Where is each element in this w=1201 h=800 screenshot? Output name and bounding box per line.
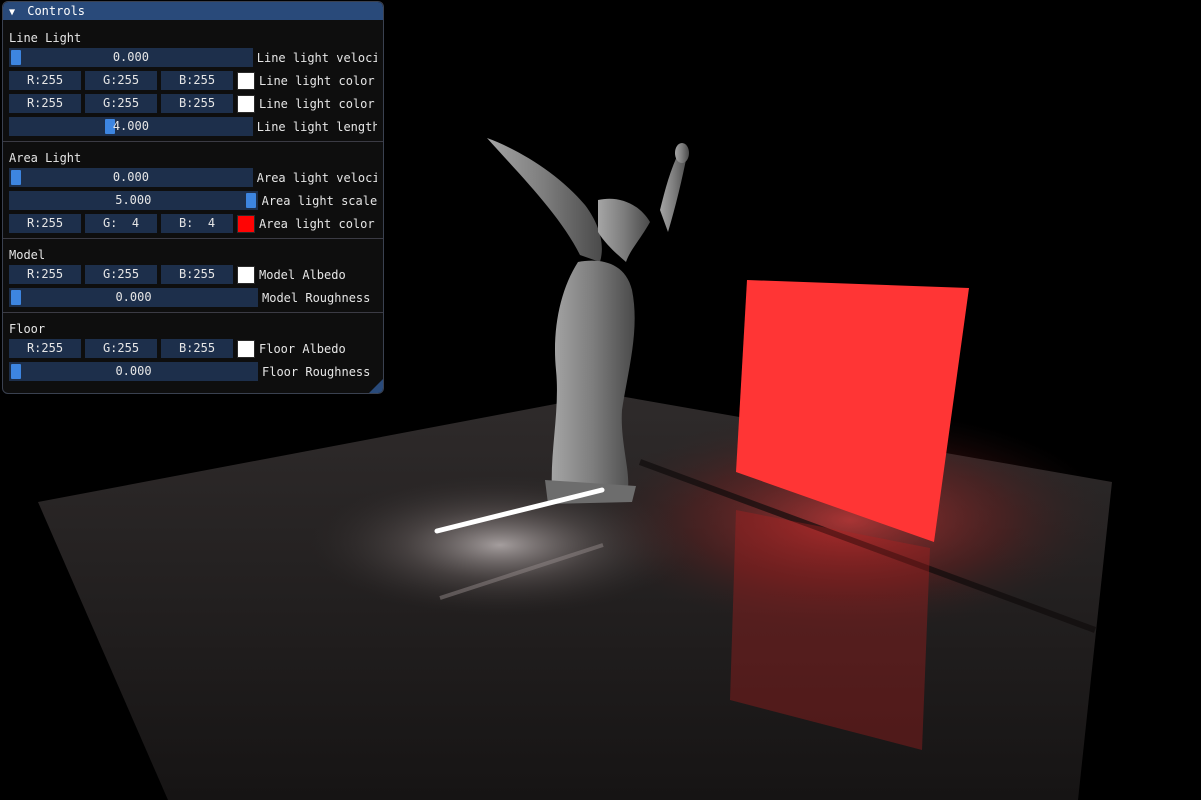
section-separator [3, 238, 383, 239]
control-label: Model Roughness [262, 290, 371, 305]
float-slider[interactable]: 0.000 [9, 362, 258, 381]
control-label: Area light color [259, 216, 375, 231]
resize-grip-icon[interactable] [369, 379, 383, 393]
color-channel-b[interactable]: B:255 [161, 71, 233, 90]
control-label: Area light scale [261, 193, 377, 208]
controls-body: Line Light 0.000 Line light veloci R:255 G:2… [3, 20, 383, 381]
color-channel-g[interactable]: G:255 [85, 339, 157, 358]
section-title: Line Light [9, 31, 82, 45]
color-channel-g[interactable]: G:255 [85, 265, 157, 284]
color-row: R:255 G:255 B:255 Line light color [9, 71, 377, 90]
color-channel-b[interactable]: B:255 [161, 94, 233, 113]
control-label: Floor Roughness [262, 364, 371, 379]
color-channel-g[interactable]: G:255 [85, 71, 157, 90]
color-channel-g[interactable]: G: 4 [85, 214, 157, 233]
float-slider[interactable]: 0.000 [9, 48, 253, 67]
controls-window[interactable]: ▼ Controls Line Light 0.000 Line light vel… [2, 1, 384, 394]
control-label: Line light color [259, 96, 375, 111]
controls-title-bar[interactable]: ▼ Controls [3, 2, 383, 20]
color-row: R:255 G:255 B:255 Floor Albedo [9, 339, 377, 358]
color-channel-r[interactable]: R:255 [9, 339, 81, 358]
color-row: R:255 G:255 B:255 Model Albedo [9, 265, 377, 284]
color-channel-r[interactable]: R:255 [9, 265, 81, 284]
color-channel-b[interactable]: B:255 [161, 339, 233, 358]
section-separator [3, 141, 383, 142]
section-separator [3, 312, 383, 313]
slider-value: 0.000 [115, 364, 152, 378]
slider-row: 0.000 Model Roughness [9, 288, 377, 307]
window-title: Controls [27, 4, 86, 18]
color-row: R:255 G:255 B:255 Line light color [9, 94, 377, 113]
float-slider[interactable]: 4.000 [9, 117, 253, 136]
slider-grab-handle[interactable] [11, 50, 21, 65]
color-channel-r[interactable]: R:255 [9, 94, 81, 113]
color-channel-g[interactable]: G:255 [85, 94, 157, 113]
control-label: Model Albedo [259, 267, 346, 282]
color-channel-b[interactable]: B:255 [161, 265, 233, 284]
slider-row: 4.000 Line light length [9, 117, 377, 136]
slider-row: 0.000 Area light veloci [9, 168, 377, 187]
slider-row: 0.000 Line light veloci [9, 48, 377, 67]
slider-grab-handle[interactable] [11, 364, 21, 379]
section-title: Area Light [9, 151, 82, 165]
slider-value: 0.000 [112, 50, 149, 64]
color-channel-r[interactable]: R:255 [9, 214, 81, 233]
control-label: Floor Albedo [259, 341, 346, 356]
float-slider[interactable]: 0.000 [9, 288, 258, 307]
section-title: Model [9, 248, 46, 262]
slider-grab-handle[interactable] [11, 290, 21, 305]
color-swatch[interactable] [237, 94, 255, 113]
color-swatch[interactable] [237, 265, 255, 284]
slider-row: 0.000 Floor Roughness [9, 362, 377, 381]
slider-grab-handle[interactable] [11, 170, 21, 185]
float-slider[interactable]: 5.000 [9, 191, 258, 210]
slider-grab-handle[interactable] [246, 193, 256, 208]
slider-value: 4.000 [112, 119, 149, 133]
control-label: Area light veloci [256, 170, 377, 185]
color-row: R:255 G: 4 B: 4 Area light color [9, 214, 377, 233]
control-label: Line light length [256, 119, 377, 134]
slider-value: 0.000 [112, 170, 149, 184]
slider-value: 0.000 [115, 290, 152, 304]
float-slider[interactable]: 0.000 [9, 168, 253, 187]
control-label: Line light color [259, 73, 375, 88]
color-swatch[interactable] [237, 71, 255, 90]
slider-row: 5.000 Area light scale [9, 191, 377, 210]
section-title: Floor [9, 322, 46, 336]
control-label: Line light veloci [256, 50, 377, 65]
color-channel-b[interactable]: B: 4 [161, 214, 233, 233]
color-swatch[interactable] [237, 339, 255, 358]
slider-value: 5.000 [115, 193, 152, 207]
color-swatch[interactable] [237, 214, 255, 233]
color-channel-r[interactable]: R:255 [9, 71, 81, 90]
